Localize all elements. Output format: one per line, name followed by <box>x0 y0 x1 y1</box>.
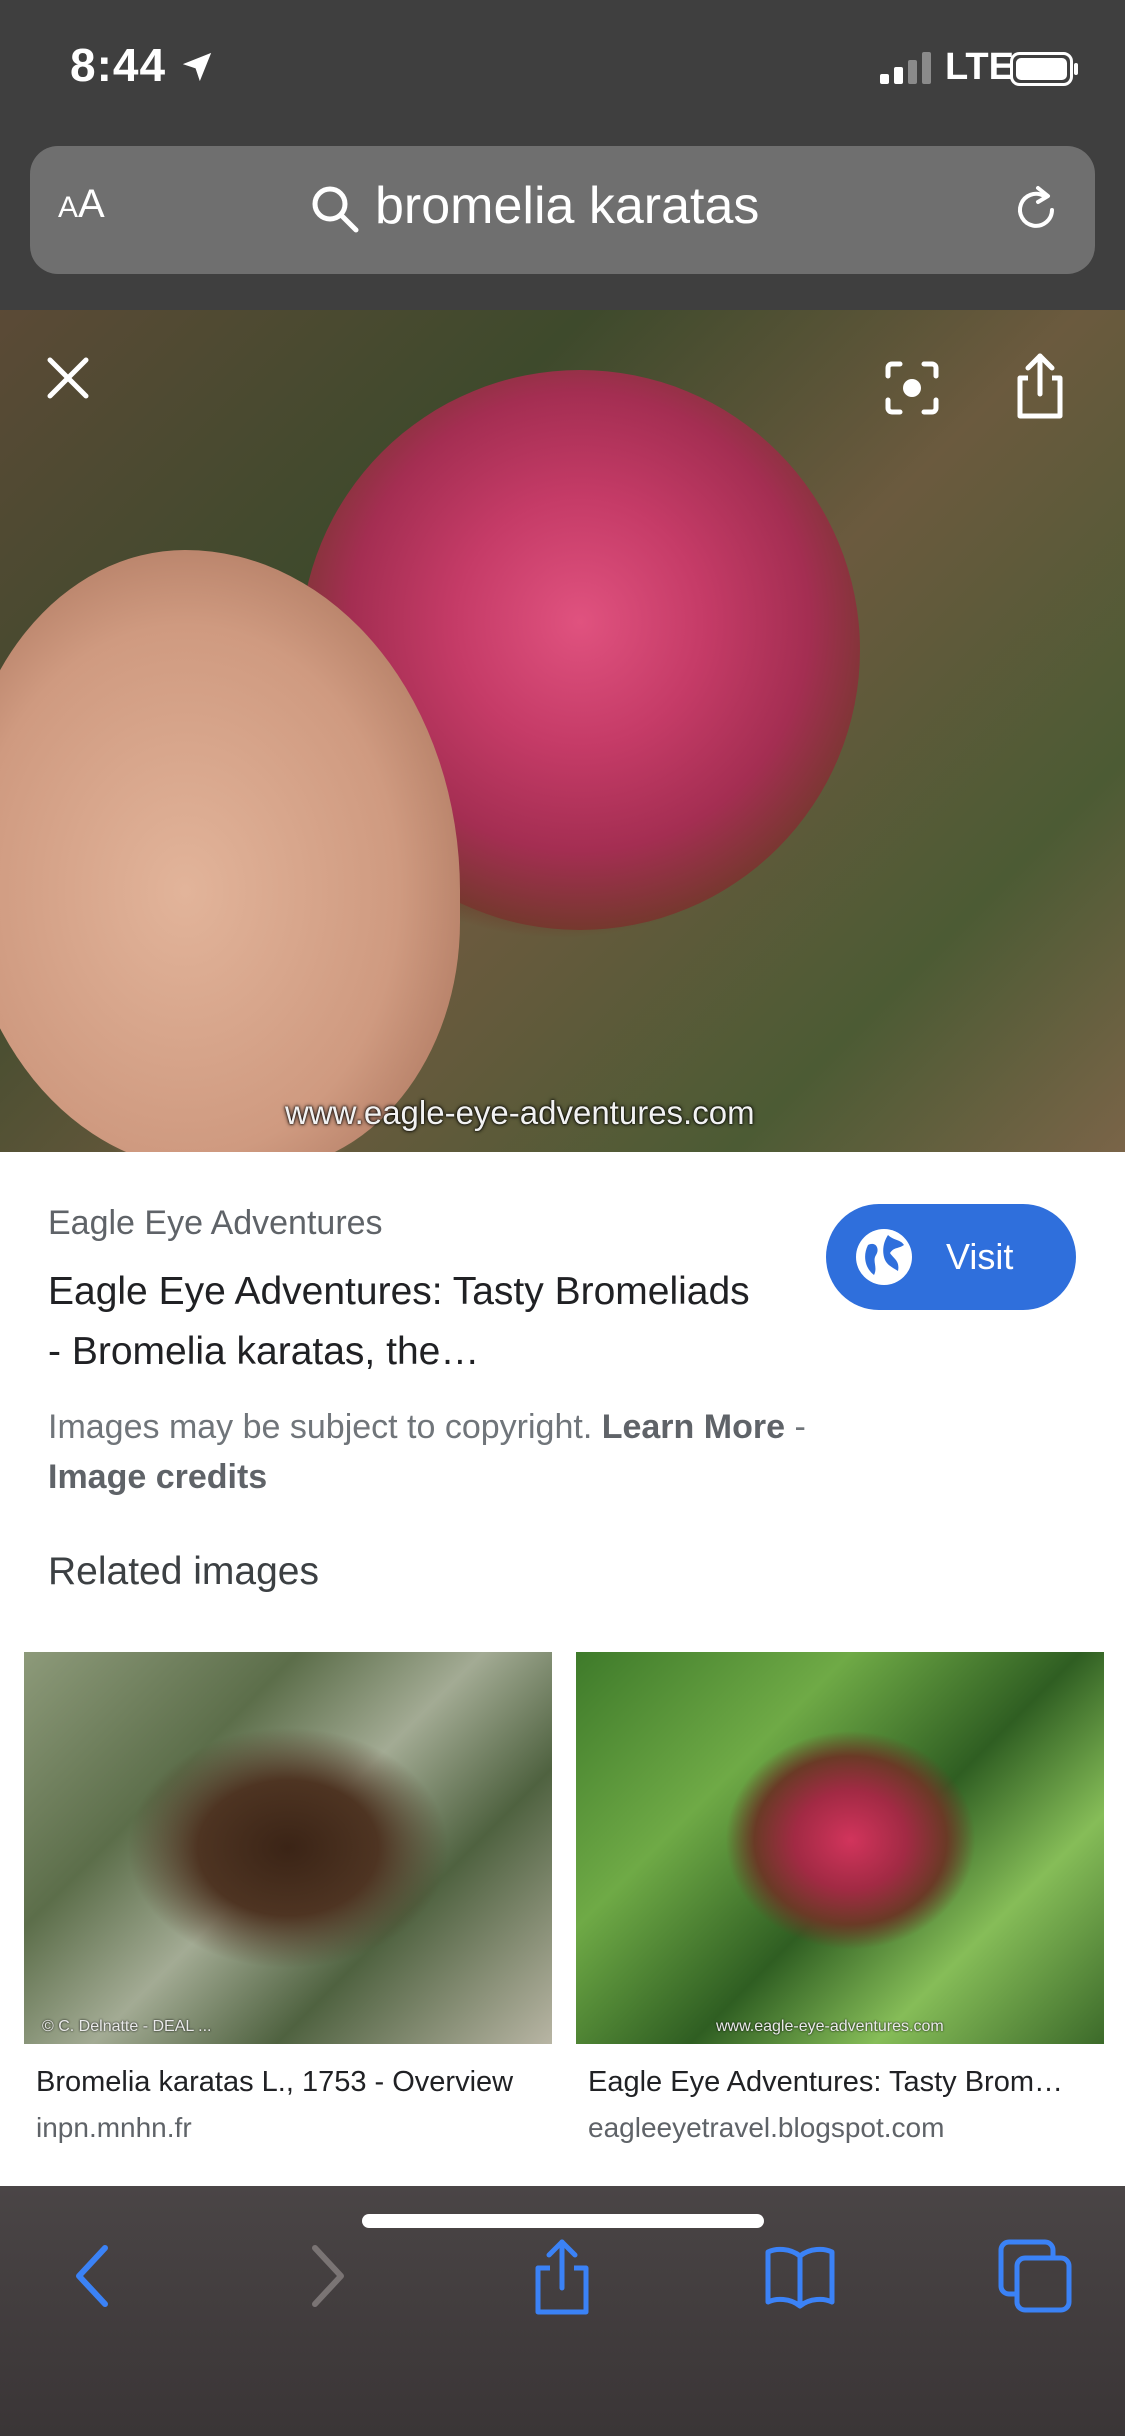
copyright-text: Images may be subject to copyright. <box>48 1408 593 1446</box>
related-image-source: inpn.mnhn.fr <box>36 2112 192 2143</box>
back-icon[interactable] <box>55 2236 135 2316</box>
related-image-thumbnail[interactable]: www.eagle-eye-adventures.com <box>576 1652 1104 2044</box>
learn-more-link[interactable]: Learn More <box>602 1408 785 1446</box>
globe-icon <box>856 1229 912 1285</box>
status-time: 8:44 <box>70 39 167 91</box>
copyright-notice: Images may be subject to copyright. Lear… <box>48 1402 1088 1502</box>
battery-icon <box>1010 52 1078 86</box>
forward-icon[interactable] <box>285 2236 365 2316</box>
image-watermark: www.eagle-eye-adventures.com <box>285 1094 755 1131</box>
status-bar: 8:44 LTE <box>0 0 1125 140</box>
result-site-name[interactable]: Eagle Eye Adventures <box>48 1204 383 1243</box>
lens-icon[interactable] <box>880 356 944 420</box>
url-query-text[interactable]: bromelia karatas <box>375 176 759 236</box>
related-image-caption[interactable]: Bromelia karatas L., 1753 - Overview <box>36 2066 536 2099</box>
close-icon[interactable] <box>44 354 92 402</box>
thumbnail-credit: www.eagle-eye-adventures.com <box>716 2018 944 2035</box>
related-image-source: eagleeyetravel.blogspot.com <box>588 2112 945 2143</box>
address-bar[interactable]: AA bromelia karatas <box>30 146 1095 274</box>
home-indicator[interactable] <box>362 2214 764 2228</box>
related-images-heading: Related images <box>48 1550 319 1593</box>
reload-icon[interactable] <box>1008 182 1064 238</box>
main-image[interactable]: www.eagle-eye-adventures.com <box>0 310 1125 1152</box>
bookmarks-icon[interactable] <box>760 2236 840 2316</box>
related-image-caption[interactable]: Eagle Eye Adventures: Tasty Brom… <box>588 2066 1078 2099</box>
address-bar-area: AA bromelia karatas <box>0 140 1125 310</box>
image-credits-link[interactable]: Image credits <box>48 1458 267 1496</box>
share-icon[interactable] <box>522 2236 602 2316</box>
signal-icon <box>880 52 931 84</box>
share-icon[interactable] <box>1010 350 1070 422</box>
search-icon <box>312 186 359 233</box>
network-type: LTE <box>945 46 1014 88</box>
thumbnail-credit: © C. Delnatte - DEAL ... <box>42 2018 212 2035</box>
separator: - <box>794 1408 806 1446</box>
tabs-icon[interactable] <box>995 2236 1075 2316</box>
location-arrow-icon <box>182 52 212 82</box>
aa-small-label: A <box>58 191 79 224</box>
visit-label: Visit <box>946 1236 1014 1277</box>
reader-text-size-button[interactable]: AA <box>58 182 105 227</box>
related-image-thumbnail[interactable]: © C. Delnatte - DEAL ... <box>24 1652 552 2044</box>
visit-button[interactable]: Visit <box>826 1204 1076 1310</box>
result-title[interactable]: Eagle Eye Adventures: Tasty Bromeliads -… <box>48 1262 768 1382</box>
aa-large-label: A <box>78 182 105 226</box>
